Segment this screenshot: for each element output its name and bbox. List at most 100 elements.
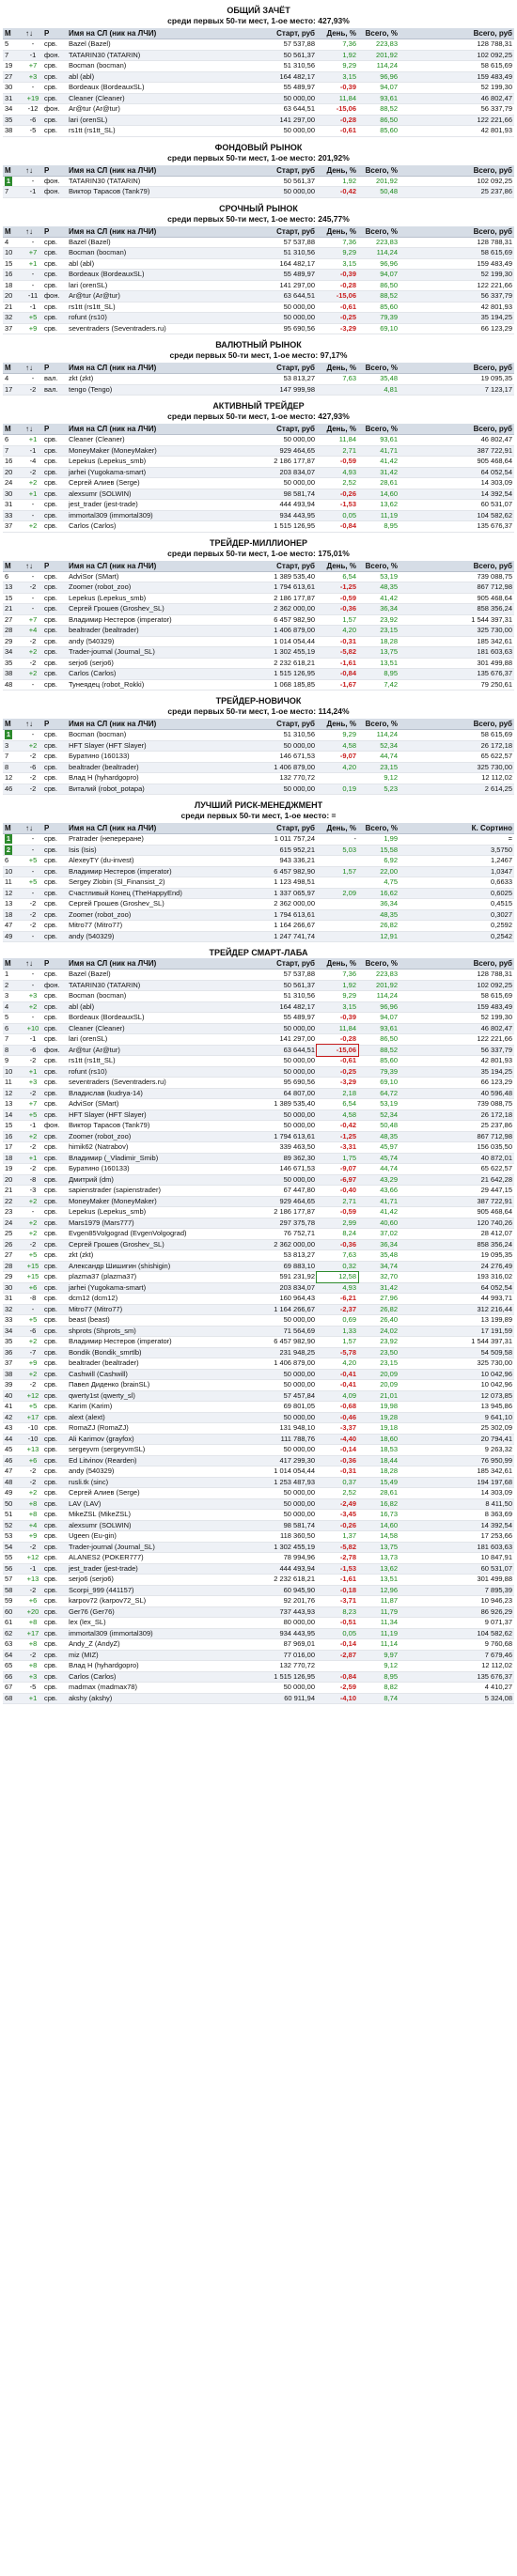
table-row[interactable]: 59 +6 срв. karpov72 (karpov72_SL) 92 201,76-… bbox=[3, 1595, 514, 1607]
table-row[interactable]: 26 -2 срв. Сергей Грошев (Groshev_SL) 2 362 … bbox=[3, 1239, 514, 1250]
table-row[interactable]: 58 -2 срв. Scorpi_999 (441157) 60 945,90 -0,1… bbox=[3, 1585, 514, 1596]
table-row[interactable]: 19 +7 срв. Bocman (bocman) 51 310,56 9,29 114,… bbox=[3, 60, 514, 72]
table-row[interactable]: 33- срв. immortal309 (immortal309) 934 443,… bbox=[3, 510, 514, 521]
column-header-day-percent[interactable]: День, % bbox=[317, 823, 358, 834]
table-row[interactable]: 6 +1 срв. Cleaner (Cleaner) 50 000,00 11,84 93… bbox=[3, 434, 514, 446]
table-row[interactable]: 64 -2 срв. miz (MIZ) 77 016,00 -2,87 9,97 7 679… bbox=[3, 1650, 514, 1661]
table-row[interactable]: 27 +3 срв. abl (abl) 164 482,17 3,15 96,96 159 … bbox=[3, 71, 514, 83]
column-header-day-percent[interactable]: День, % bbox=[317, 560, 358, 572]
table-row[interactable]: 15 +1 срв. abl (abl) 164 482,17 3,15 96,96 159 … bbox=[3, 258, 514, 270]
column-header-total-amount[interactable]: Всего, руб bbox=[400, 225, 514, 238]
column-header-total-percent[interactable]: Всего, % bbox=[358, 823, 400, 834]
table-row[interactable]: 31- срв. jest_trader (jest-trade) 444 493,9… bbox=[3, 499, 514, 511]
table-row[interactable]: 17 -2 срв. himik62 (Natrabov) 339 463,50 -3,3… bbox=[3, 1141, 514, 1154]
column-header-market[interactable]: Р bbox=[42, 719, 67, 730]
table-row[interactable]: 2 - срв. Isis (Isis) 615 952,21 5,03 15,58 3,57… bbox=[3, 845, 514, 856]
table-row[interactable]: 1- срв. Bazel (Bazel) 57 537,88 7,36 223,83 12… bbox=[3, 969, 514, 981]
table-row[interactable]: 11 +5 срв. Sergey Zlobin (Sl_Finansist_2) 1 … bbox=[3, 877, 514, 889]
table-row[interactable]: 7 -1 фон. TATARIN30 (TATARIN) 50 561,37 1,92 2… bbox=[3, 50, 514, 61]
table-row[interactable]: 12- срв. Счастливый Конец (TheHappyEnd) 1 3… bbox=[3, 888, 514, 899]
table-row[interactable]: 52 +4 срв. alexsumr (SOLWIN) 98 581,74 -0,26 1… bbox=[3, 1520, 514, 1531]
table-row[interactable]: 16 +2 срв. Zoomer (robot_zoo) 1 794 613,61 -1… bbox=[3, 1131, 514, 1142]
table-row[interactable]: 35 -6 срв. lari (orenSL) 141 297,00 -0,28 86,5… bbox=[3, 115, 514, 126]
table-row[interactable]: 2- фон. TATARIN30 (TATARIN) 50 561,37 1,92 20… bbox=[3, 980, 514, 991]
column-header-rank[interactable]: М bbox=[3, 28, 24, 39]
column-header-rank[interactable]: М bbox=[3, 560, 24, 572]
table-row[interactable]: 23- срв. Lepekus (Lepekus_smb) 2 186 177,87… bbox=[3, 1206, 514, 1218]
column-header-rank[interactable]: М bbox=[3, 823, 24, 834]
table-row[interactable]: 55 +12 срв. ALANES2 (POKER777) 78 994,96 -2,7… bbox=[3, 1552, 514, 1564]
table-row[interactable]: 1 - срв. Bocman (bocman) 51 310,56 9,29 114,24… bbox=[3, 729, 514, 741]
column-header-day-percent[interactable]: День, % bbox=[317, 28, 358, 39]
column-header-total-percent[interactable]: Всего, % bbox=[358, 225, 400, 238]
column-header-total-percent[interactable]: Всего, % bbox=[358, 164, 400, 177]
table-row[interactable]: 12 -2 срв. Влад Н (hyhardgopro) 132 770,72 9,… bbox=[3, 772, 514, 784]
table-row[interactable]: 38 -5 срв. rs1tt (rs1tt_SL) 50 000,00 -0,61 85… bbox=[3, 125, 514, 137]
table-row[interactable]: 10 +1 срв. rofunt (rs10) 50 000,00 -0,25 79,39… bbox=[3, 1066, 514, 1078]
table-row[interactable]: 9 -2 срв. rs1tt (rs1tt_SL) 50 000,00 -0,61 85,… bbox=[3, 1055, 514, 1067]
table-row[interactable]: 48 -2 срв. rusli.tk (sinc) 1 253 487,93 0,37 1… bbox=[3, 1477, 514, 1488]
table-row[interactable]: 25 +2 срв. Evgen85Volgograd (EvgenVolgograd… bbox=[3, 1228, 514, 1240]
table-row[interactable]: 47 -2 срв. Mitro77 (Mitro77) 1 164 266,67 26,… bbox=[3, 920, 514, 932]
table-row[interactable]: 38 +2 срв. Cashwill (Cashwill) 50 000,00 -0,4… bbox=[3, 1369, 514, 1380]
column-header-start-amount[interactable]: Старт, руб bbox=[251, 719, 317, 730]
column-header-trader-name[interactable]: Имя на СЛ (ник на ЛЧИ) bbox=[67, 958, 251, 970]
table-row[interactable]: 30- срв. Bordeaux (BordeauxSL) 55 489,97 -0,… bbox=[3, 82, 514, 94]
table-row[interactable]: 12 -2 срв. Владислав (kudrya-14) 64 807,00 2,… bbox=[3, 1088, 514, 1099]
table-row[interactable]: 20 -8 срв. Дмитрий (dm) 50 000,00 -6,97 43,29 2… bbox=[3, 1174, 514, 1186]
table-row[interactable]: 57 +13 срв. serjo6 (serjo6) 2 232 618,21 -1,6… bbox=[3, 1574, 514, 1586]
column-header-market[interactable]: Р bbox=[42, 958, 67, 970]
table-row[interactable]: 7 -1 фон. Виктор Тарасов (Tank79) 50 000,00-… bbox=[3, 186, 514, 198]
column-header-change[interactable]: ↑↓ bbox=[24, 560, 42, 572]
column-header-change[interactable]: ↑↓ bbox=[24, 823, 42, 834]
table-row[interactable]: 14 +5 срв. HFT Slayer (HFT Slayer) 50 000,00… bbox=[3, 1110, 514, 1121]
table-row[interactable]: 4- вал. zkt (zkt) 53 813,27 7,63 35,48 19 095,… bbox=[3, 373, 514, 385]
column-header-total-amount[interactable]: Всего, руб bbox=[400, 363, 514, 374]
column-header-total-amount[interactable]: Всего, руб bbox=[400, 719, 514, 730]
table-row[interactable]: 18 -2 срв. Zoomer (robot_zoo) 1 794 613,61 48… bbox=[3, 909, 514, 921]
table-row[interactable]: 34 +2 срв. Trader-journal (Journal_SL) 1 302… bbox=[3, 646, 514, 659]
table-row[interactable]: 20 -11 фон. Ar@tur (Ar@tur) 63 644,51 -15,06 8… bbox=[3, 290, 514, 303]
table-row[interactable]: 46 -2 срв. Виталий (robot_potapa) 50 000,00 0… bbox=[3, 784, 514, 795]
column-header-total-amount[interactable]: Всего, руб bbox=[400, 560, 514, 572]
column-header-rank[interactable]: М bbox=[3, 225, 24, 238]
column-header-trader-name[interactable]: Имя на СЛ (ник на ЛЧИ) bbox=[67, 363, 251, 374]
table-row[interactable]: 37 +9 срв. bealtrader (bealtrader) 1 406 879… bbox=[3, 1358, 514, 1370]
table-row[interactable]: 31 -8 срв. dcm12 (dcm12) 160 964,43 -6,21 27,9… bbox=[3, 1293, 514, 1305]
table-row[interactable]: 8 -6 срв. bealtrader (bealtrader) 1 406 879,… bbox=[3, 762, 514, 773]
table-row[interactable]: 49 +2 срв. Сергей Алиев (Serge) 50 000,00 2,5… bbox=[3, 1487, 514, 1499]
table-row[interactable]: 7 -1 срв. MoneyMaker (MoneyMaker) 929 464,65… bbox=[3, 445, 514, 457]
table-row[interactable]: 62 +17 срв. immortal309 (immortal309) 934 44… bbox=[3, 1628, 514, 1639]
column-header-rank[interactable]: М bbox=[3, 424, 24, 435]
column-header-total-percent[interactable]: Всего, % bbox=[358, 958, 400, 970]
table-row[interactable]: 32 +5 срв. rofunt (rs10) 50 000,00 -0,25 79,39… bbox=[3, 312, 514, 324]
column-header-total-percent[interactable]: Всего, % bbox=[358, 560, 400, 572]
column-header-start-amount[interactable]: Старт, руб bbox=[251, 823, 317, 834]
column-header-market[interactable]: Р bbox=[42, 363, 67, 374]
column-header-day-percent[interactable]: День, % bbox=[317, 958, 358, 970]
table-row[interactable]: 49- срв. andy (540329) 1 247 741,74 12,91 0,2… bbox=[3, 931, 514, 942]
column-header-total-amount[interactable]: Всего, руб bbox=[400, 958, 514, 970]
column-header-market[interactable]: Р bbox=[42, 28, 67, 39]
column-header-day-percent[interactable]: День, % bbox=[317, 225, 358, 238]
table-row[interactable]: 46 +6 срв. Ed Litvinov (Rearden) 417 299,30-… bbox=[3, 1455, 514, 1466]
column-header-change[interactable]: ↑↓ bbox=[24, 164, 42, 177]
table-row[interactable]: 34 -6 срв. shprots (Shprots_sm) 71 564,69 1,3… bbox=[3, 1326, 514, 1337]
table-row[interactable]: 8 -6 фон. Ar@tur (Ar@tur) 63 644,51 -15,06 88,… bbox=[3, 1044, 514, 1057]
table-row[interactable]: 15 -1 фон. Виктор Тарасов (Tank79) 50 000,00… bbox=[3, 1120, 514, 1132]
column-header-total-amount[interactable]: Всего, руб bbox=[400, 164, 514, 177]
table-row[interactable]: 5- срв. Bazel (Bazel) 57 537,88 7,36 223,83 12… bbox=[3, 39, 514, 51]
table-row[interactable]: 7 -1 срв. lari (orenSL) 141 297,00 -0,28 86,50… bbox=[3, 1033, 514, 1046]
table-row[interactable]: 29 -2 срв. andy (540329) 1 014 054,44 -0,31 18… bbox=[3, 636, 514, 647]
column-header-start-amount[interactable]: Старт, руб bbox=[251, 560, 317, 572]
table-row[interactable]: 15- срв. Lepekus (Lepekus_smb) 2 186 177,87… bbox=[3, 593, 514, 604]
table-row[interactable]: 53 +9 срв. Ugeen (Eu-gin) 118 360,50 1,37 14,5… bbox=[3, 1530, 514, 1543]
table-row[interactable]: 1 - фон. TATARIN30 (TATARIN) 50 561,37 1,92 20… bbox=[3, 176, 514, 187]
table-row[interactable]: 3 +2 срв. HFT Slayer (HFT Slayer) 50 000,00 4… bbox=[3, 740, 514, 752]
column-header-rank[interactable]: М bbox=[3, 164, 24, 177]
table-row[interactable]: 7 -2 срв. Буратино (160133) 146 671,53 -9,07 4… bbox=[3, 751, 514, 763]
table-row[interactable]: 13 -2 срв. Сергей Грошев (Groshev_SL) 2 362 … bbox=[3, 898, 514, 910]
column-header-change[interactable]: ↑↓ bbox=[24, 958, 42, 970]
table-row[interactable]: 11 +3 срв. seventraders (Seventraders.ru) 95… bbox=[3, 1077, 514, 1089]
table-row[interactable]: 28 +15 срв. Александр Шишигин (shishigin) 69… bbox=[3, 1261, 514, 1272]
